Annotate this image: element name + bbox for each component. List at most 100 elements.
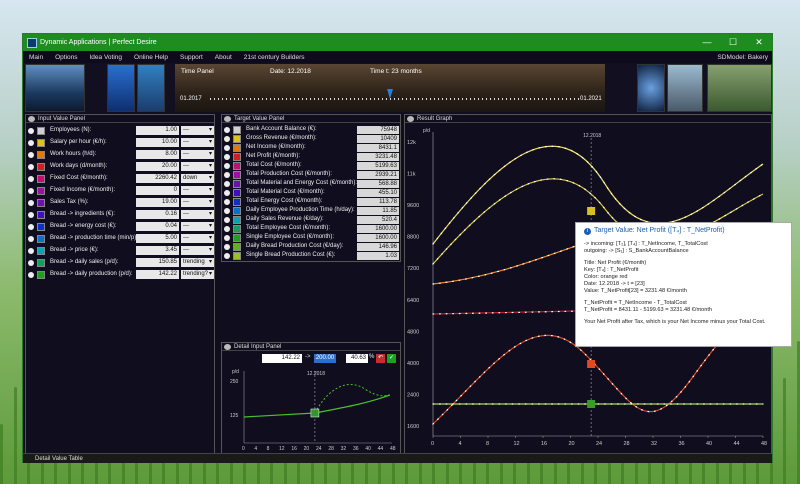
net-income-marker[interactable]	[587, 207, 596, 215]
mode-dropdown[interactable]: trending	[181, 258, 214, 267]
radio-button[interactable]	[224, 190, 230, 196]
input-value-field[interactable]: 10.00	[136, 138, 179, 147]
maximize-button[interactable]: ☐	[720, 37, 746, 48]
menu-bar: Main Options Idea Voting Online Help Sup…	[23, 51, 772, 63]
detail-value-table-bar[interactable]: Detail Value Table	[23, 453, 772, 463]
apply-button[interactable]: ✓	[387, 354, 396, 363]
radio-button[interactable]	[28, 200, 34, 206]
radio-button[interactable]	[224, 172, 230, 178]
input-value-field[interactable]: 150.85	[136, 258, 179, 267]
mode-dropdown[interactable]: ---	[181, 210, 214, 219]
radio-button[interactable]	[224, 181, 230, 187]
input-value-field[interactable]: 20.00	[136, 162, 179, 171]
radio-button[interactable]	[28, 128, 34, 134]
color-swatch	[37, 223, 45, 231]
radio-button[interactable]	[28, 212, 34, 218]
y-tick-label: 4000	[407, 361, 419, 367]
reset-button[interactable]: ↶	[376, 354, 385, 363]
color-swatch	[233, 162, 241, 170]
detail-target-input[interactable]: 200.00	[314, 354, 336, 363]
color-swatch	[233, 171, 241, 179]
menu-idea-voting[interactable]: Idea Voting	[84, 54, 129, 61]
radio-button[interactable]	[28, 272, 34, 278]
radio-button[interactable]	[28, 140, 34, 146]
mode-dropdown[interactable]: ---	[181, 150, 214, 159]
menu-main[interactable]: Main	[23, 54, 49, 61]
color-swatch	[37, 151, 45, 159]
mode-dropdown[interactable]: ---	[181, 246, 214, 255]
menu-builders[interactable]: 21st century Builders	[238, 54, 311, 61]
input-value-field[interactable]: 0	[136, 186, 179, 195]
radio-button[interactable]	[28, 248, 34, 254]
banner-image-building	[707, 64, 772, 112]
banner-image-app2[interactable]	[137, 64, 165, 112]
time-slider-track[interactable]	[210, 98, 580, 100]
input-value-field[interactable]: 0.04	[136, 222, 179, 231]
time-panel[interactable]: Time Panel Date: 12.2018 Time t: 23 mont…	[175, 64, 605, 112]
radio-button[interactable]	[224, 163, 230, 169]
employee-cost-marker[interactable]	[587, 400, 596, 408]
mode-dropdown[interactable]: ---	[181, 186, 214, 195]
mode-dropdown[interactable]: ---	[181, 162, 214, 171]
input-value-field[interactable]: 0.16	[136, 210, 179, 219]
menu-support[interactable]: Support	[174, 54, 209, 61]
radio-button[interactable]	[224, 226, 230, 232]
mode-dropdown[interactable]: ---	[181, 198, 214, 207]
radio-button[interactable]	[224, 136, 230, 142]
x-tick-label: 24	[316, 446, 322, 452]
radio-button[interactable]	[224, 208, 230, 214]
radio-button[interactable]	[28, 224, 34, 230]
input-value-field[interactable]: 2260.42	[136, 174, 179, 183]
input-label: Bread -> daily sales (p/d):	[50, 259, 119, 265]
radio-button[interactable]	[224, 199, 230, 205]
target-row: Total Cost (€/month): 5199.63	[222, 162, 400, 171]
mode-dropdown[interactable]: trending?	[181, 270, 214, 279]
x-tick-label: 36	[679, 441, 685, 447]
input-row: Fixed Income (€/month): 0 ---	[26, 186, 214, 196]
radio-button[interactable]	[224, 235, 230, 241]
detail-current-value[interactable]: 142.22	[262, 354, 302, 363]
input-value-field[interactable]: 3.45	[136, 246, 179, 255]
close-button[interactable]: ✕	[746, 37, 772, 48]
radio-button[interactable]	[224, 145, 230, 151]
radio-button[interactable]	[28, 152, 34, 158]
input-value-field[interactable]: 1.00	[136, 126, 179, 135]
input-label: Work days (d/month):	[50, 163, 108, 169]
input-value-field[interactable]: 8.00	[136, 150, 179, 159]
detail-point[interactable]	[310, 408, 320, 418]
input-value-field[interactable]: 142.22	[136, 270, 179, 279]
net-profit-marker[interactable]	[587, 360, 596, 368]
mode-dropdown[interactable]: ---	[181, 126, 214, 135]
x-tick-label: 32	[651, 441, 657, 447]
tooltip-key: Key: [T₄] : T_NetProfit	[584, 267, 639, 273]
radio-button[interactable]	[28, 176, 34, 182]
grass-blade	[13, 387, 17, 484]
input-value-field[interactable]: 19.00	[136, 198, 179, 207]
time-marker-label: 12.2018	[307, 371, 325, 377]
menu-options[interactable]: Options	[49, 54, 83, 61]
target-row: Single Bread Production Cost (€): 1.03	[222, 252, 400, 261]
radio-button[interactable]	[224, 253, 230, 259]
minimize-button[interactable]: —	[694, 37, 720, 48]
mode-dropdown[interactable]: ---	[181, 138, 214, 147]
radio-button[interactable]	[224, 244, 230, 250]
radio-button[interactable]	[28, 164, 34, 170]
target-value-field: 1600.00	[357, 234, 399, 242]
banner-image-globe[interactable]	[637, 64, 665, 112]
detail-percent-value[interactable]: 40.63	[346, 354, 368, 363]
radio-button[interactable]	[28, 260, 34, 266]
mode-dropdown[interactable]: ---	[181, 234, 214, 243]
input-value-field[interactable]: 5.00	[136, 234, 179, 243]
radio-button[interactable]	[224, 127, 230, 133]
mode-dropdown[interactable]: ---	[181, 222, 214, 231]
menu-online-help[interactable]: Online Help	[128, 54, 174, 61]
radio-button[interactable]	[28, 188, 34, 194]
radio-button[interactable]	[224, 217, 230, 223]
menu-about[interactable]: About	[209, 54, 238, 61]
radio-button[interactable]	[224, 154, 230, 160]
color-swatch	[37, 235, 45, 243]
banner-image-app[interactable]	[107, 64, 135, 112]
mode-dropdown[interactable]: down	[181, 174, 214, 183]
input-label: Work hours (h/d):	[50, 151, 97, 157]
radio-button[interactable]	[28, 236, 34, 242]
